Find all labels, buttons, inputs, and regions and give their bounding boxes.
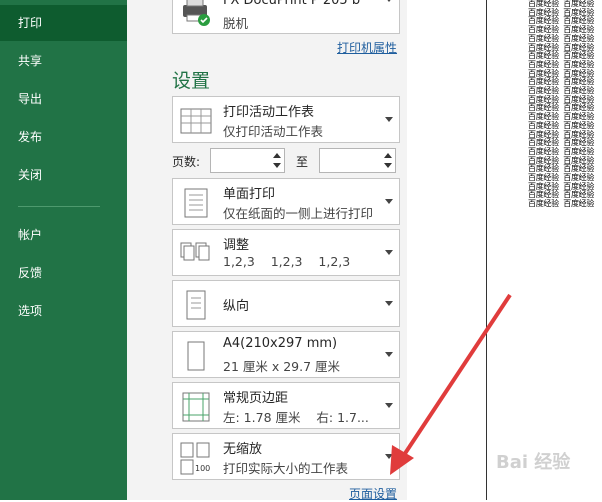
- chevron-down-icon: [385, 199, 393, 204]
- chevron-down-icon: [385, 250, 393, 255]
- nav-divider: [18, 206, 100, 207]
- pages-from-input[interactable]: [210, 148, 285, 173]
- watermark: Bai 经验: [496, 452, 571, 473]
- settings-heading: 设置: [172, 70, 211, 92]
- margins-icon: [182, 392, 210, 422]
- paper-title: A4(210x297 mm): [223, 336, 338, 351]
- nav-share[interactable]: 共享: [0, 43, 127, 79]
- worksheet-icon: [180, 108, 212, 134]
- nav-feedback[interactable]: 反馈: [0, 255, 127, 291]
- orientation-title: 纵向: [223, 299, 250, 314]
- nav-publish[interactable]: 发布: [0, 119, 127, 155]
- margins-title: 常规页边距: [223, 391, 289, 406]
- printer-icon: [183, 0, 210, 26]
- page-setup-link[interactable]: 页面设置: [349, 485, 397, 502]
- printer-name: FX DocuPrint P 205 b: [223, 0, 361, 8]
- nav-options[interactable]: 选项: [0, 293, 127, 329]
- paper-size-dropdown[interactable]: A4(210x297 mm) 21 厘米 x 29.7 厘米: [172, 331, 400, 378]
- print-what-dropdown[interactable]: 打印活动工作表 仅打印活动工作表: [172, 96, 400, 143]
- pages-label: 页数:: [172, 155, 201, 169]
- spin-up-icon[interactable]: [384, 153, 392, 158]
- spin-down-icon[interactable]: [384, 163, 392, 168]
- scaling-dropdown[interactable]: 100 无缩放 打印实际大小的工作表: [172, 433, 400, 480]
- scaling-icon-text: 100: [195, 464, 211, 473]
- sides-title: 单面打印: [223, 187, 276, 202]
- nav-account[interactable]: 帐户: [0, 217, 127, 253]
- spin-up-icon[interactable]: [273, 153, 281, 158]
- scaling-title: 无缩放: [223, 442, 263, 457]
- pages-to-input[interactable]: [319, 148, 396, 173]
- chevron-down-icon: [385, 117, 393, 122]
- portrait-icon: [186, 290, 206, 320]
- spin-down-icon[interactable]: [273, 163, 281, 168]
- margins-dropdown[interactable]: 常规页边距 左: 1.78 厘米 右: 1.7...: [172, 382, 400, 429]
- collate-title: 调整: [223, 238, 250, 253]
- margins-subtitle: 左: 1.78 厘米 右: 1.7...: [223, 410, 369, 425]
- paper-icon: [187, 341, 205, 371]
- scaling-subtitle: 打印实际大小的工作表: [223, 461, 349, 476]
- printer-properties-link[interactable]: 打印机属性: [337, 39, 397, 56]
- collate-subtitle: 1,2,3 1,2,3 1,2,3: [223, 254, 351, 269]
- preview-content: 百度经验 百度经验 百度经验 百度经验 百度经验 百度经验 百度经验 百度经验 百度经验…: [528, 0, 602, 210]
- sides-dropdown[interactable]: 单面打印 仅在纸面的一侧上进行打印: [172, 178, 400, 225]
- print-what-subtitle: 仅打印活动工作表: [223, 124, 324, 139]
- backstage-sidebar: 打印 共享 导出 发布 关闭 帐户 反馈 选项: [0, 0, 127, 500]
- sides-subtitle: 仅在纸面的一侧上进行打印: [223, 206, 374, 221]
- print-what-title: 打印活动工作表: [223, 105, 315, 120]
- nav-export[interactable]: 导出: [0, 81, 127, 117]
- paper-subtitle: 21 厘米 x 29.7 厘米: [223, 359, 341, 374]
- chevron-down-icon: [385, 0, 393, 2]
- printer-status: 脱机: [223, 16, 249, 31]
- preview-row: 百度经验 百度经验: [528, 199, 595, 209]
- printer-dropdown[interactable]: FX DocuPrint P 205 b 脱机: [172, 0, 400, 34]
- single-sided-icon: [184, 188, 208, 218]
- nav-print[interactable]: 打印: [0, 5, 127, 41]
- pages-to-label: 至: [296, 155, 309, 169]
- orientation-dropdown[interactable]: 纵向: [172, 280, 400, 327]
- nav-close[interactable]: 关闭: [0, 157, 127, 193]
- collate-dropdown[interactable]: 调整 1,2,3 1,2,3 1,2,3: [172, 229, 400, 276]
- collate-icon: [180, 242, 210, 261]
